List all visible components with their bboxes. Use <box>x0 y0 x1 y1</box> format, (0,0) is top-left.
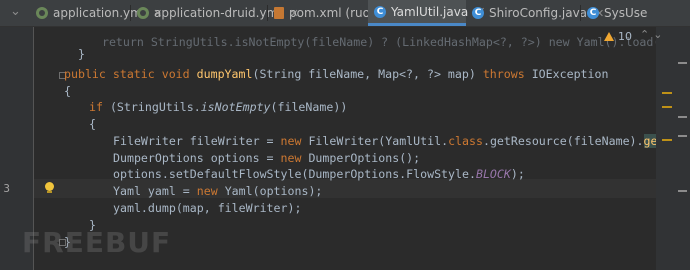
tab-label: YamlUtil.java <box>391 4 469 19</box>
code-line-3: { <box>64 84 71 98</box>
xml-icon <box>274 7 284 19</box>
info-marker[interactable] <box>678 135 687 137</box>
inspection-widget[interactable]: 10 <box>604 30 632 43</box>
code-line-7: DumperOptions options = new DumperOption… <box>113 151 421 165</box>
navigation-arrows[interactable]: ⌃⌄ <box>640 28 666 41</box>
warning-marker[interactable] <box>662 106 672 108</box>
code-line-8: options.setDefaultFlowStyle(DumperOption… <box>113 167 525 181</box>
watermark-logo: FREEBUF <box>22 226 172 259</box>
code-line-6: FileWriter fileWriter = new FileWriter(Y… <box>113 134 690 148</box>
tab-label: application-druid.yml <box>154 6 282 20</box>
code-line-1: } <box>77 47 85 61</box>
yml-icon <box>137 7 149 19</box>
chevron-up-icon[interactable]: ⌃ <box>640 28 653 41</box>
info-marker[interactable] <box>678 190 687 192</box>
java-class-icon: C <box>587 7 599 19</box>
chevron-down-icon[interactable]: ⌄ <box>653 28 666 41</box>
code-line-0: return StringUtils.isNotEmpty(fileName) … <box>101 35 690 49</box>
line-number: 3 <box>3 182 10 195</box>
code-line-9: Yaml yaml = new Yaml(options); <box>113 184 323 198</box>
warning-marker[interactable] <box>662 92 672 94</box>
code-line-5: { <box>89 117 96 131</box>
java-class-icon: C <box>374 5 386 18</box>
tab-label: SysUse <box>604 6 648 20</box>
code-line-2: public static void dumpYaml(String fileN… <box>64 67 609 81</box>
warning-icon <box>604 32 614 41</box>
warning-marker[interactable] <box>662 139 672 141</box>
java-class-icon: C <box>472 7 484 19</box>
tab-bar-left-area: ⌄ <box>0 0 30 26</box>
code-line-4: if (StringUtils.isNotEmpty(fileName)) <box>89 100 348 114</box>
tab-label: ShiroConfig.java <box>489 6 588 20</box>
chevron-down-icon[interactable]: ⌄ <box>10 4 21 19</box>
warning-count: 10 <box>618 30 632 43</box>
info-marker[interactable] <box>678 62 687 64</box>
code-line-10: yaml.dump(map, fileWriter); <box>113 201 302 215</box>
info-marker[interactable] <box>678 116 687 118</box>
lightbulb-icon[interactable] <box>44 182 54 194</box>
yml-icon <box>36 7 48 19</box>
